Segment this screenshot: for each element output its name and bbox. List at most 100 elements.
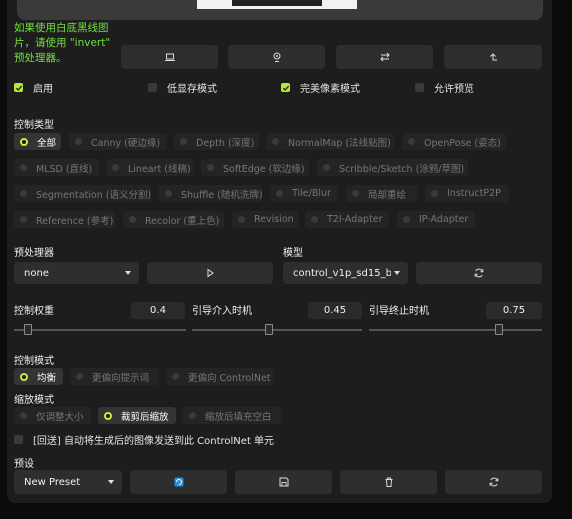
option-label: Shuffle (随机洗牌) [181,189,263,201]
radio-dot [408,138,415,145]
radio-dot [180,138,187,145]
option-label: Recolor (重上色) [145,215,220,227]
resize-mode-title: 缩放模式 [14,395,54,406]
image-preview-line [232,0,322,6]
run-preprocessor-button[interactable] [147,262,273,284]
slider-thumb[interactable] [23,324,32,335]
guidance-start-slider[interactable] [192,329,362,331]
radio-dot [20,216,27,223]
control-type-option[interactable]: Canny (硬边缘) [69,133,167,150]
control-type-option[interactable]: NormalMap (法线贴图) [266,133,394,150]
refresh-presets-button[interactable] [445,470,542,494]
option-label: Scribble/Sketch (涂鸦/草图) [339,163,465,175]
control-mode-option[interactable]: 更偏向 ControlNet [166,368,274,385]
control-type-option[interactable]: Revision [232,211,298,228]
checkbox-box [14,83,23,92]
loopback-checkbox[interactable]: [回送] 自动将生成后的图像发送到此 ControlNet 单元 [14,432,274,447]
control-type-option[interactable]: 全部 [14,133,61,150]
preprocessor-value: none [24,267,49,279]
option-label: SoftEdge (软边缘) [223,163,305,175]
option-label: Depth (深度) [196,137,255,149]
preprocessor-select[interactable]: none [14,262,139,284]
control-type-option[interactable]: IP-Adapter [397,211,475,228]
image-preview[interactable] [17,0,543,20]
radio-dot [431,190,438,197]
control-type-option[interactable]: Lineart (线稿) [106,159,194,176]
control-type-option[interactable]: MLSD (直线) [14,159,99,176]
radio-dot [165,190,172,197]
checkbox-box [148,83,157,92]
resize-mode-option[interactable]: 仅调整大小 [14,407,91,424]
option-label: NormalMap (法线贴图) [288,137,391,149]
control-weight-slider[interactable] [14,329,186,331]
control-type-option[interactable]: T2I-Adapter [305,211,389,228]
control-type-option[interactable]: Scribble/Sketch (涂鸦/草图) [317,159,468,176]
control-mode-option[interactable]: 更偏向提示词 [70,368,159,385]
radio-dot [403,216,410,223]
slider-thumb[interactable] [264,324,273,335]
enable-checkbox[interactable]: 启用 [14,80,53,95]
checkbox-label: [回送] 自动将生成后的图像发送到此 ControlNet 单元 [33,436,275,447]
control-type-option[interactable]: Depth (深度) [174,133,259,150]
webcam-button[interactable] [228,45,325,69]
control-mode-option[interactable]: 均衡 [14,368,63,385]
option-label: 仅调整大小 [36,411,84,423]
option-label: Reference (参考) [36,215,114,227]
new-canvas-button[interactable] [121,45,218,69]
checkbox-label: 完美像素模式 [300,84,360,95]
refresh-models-button[interactable] [416,262,542,284]
save-preset-button[interactable] [235,470,332,494]
control-type-option[interactable]: 局部重绘 [346,185,417,202]
radio-dot [276,190,283,197]
control-type-option[interactable]: Shuffle (随机洗牌) [159,185,263,202]
allow-preview-checkbox[interactable]: 允许预览 [415,80,474,95]
control-type-option[interactable]: InstructP2P [425,185,509,202]
resize-mode-option[interactable]: 缩放后填充空白 [183,407,281,424]
checkbox-label: 启用 [33,84,53,95]
control-type-option[interactable]: SoftEdge (软边缘) [201,159,309,176]
control-type-option[interactable]: Tile/Blur [270,185,338,202]
option-label: 更偏向提示词 [92,372,150,384]
radio-dot [20,412,27,419]
option-label: T2I-Adapter [327,214,383,225]
control-type-option[interactable]: OpenPose (姿态) [402,133,506,150]
preset-select[interactable]: New Preset [14,470,122,494]
option-label: Segmentation (语义分割) [36,189,152,201]
chevron-down-icon [108,480,114,484]
guidance-end-slider[interactable] [369,329,542,331]
control-weight-input[interactable]: 0.4 [131,302,185,319]
mirror-webcam-button[interactable] [336,45,433,69]
checkbox-box [281,83,290,92]
control-mode-title: 控制模式 [14,356,54,367]
model-value: control_v1p_sd15_brig [293,267,391,279]
resize-mode-option[interactable]: 裁剪后缩放 [98,407,176,424]
checkbox-label: 低显存模式 [167,84,217,95]
radio-dot [207,164,214,171]
chevron-down-icon [125,271,131,275]
delete-preset-button[interactable] [340,470,437,494]
check-icon [282,85,289,91]
option-label: IP-Adapter [419,214,469,225]
refresh-icon [474,268,484,278]
invert-hint: 如果使用白底黑线图片，请使用 "invert" 预处理器。 [14,22,111,64]
low-vram-checkbox[interactable]: 低显存模式 [148,80,217,95]
model-title: 模型 [283,248,303,259]
check-icon [15,85,22,91]
option-label: Revision [254,214,294,225]
preset-value: New Preset [24,476,81,488]
pixel-perfect-checkbox[interactable]: 完美像素模式 [281,80,360,95]
control-type-option[interactable]: Recolor (重上色) [123,211,224,228]
radio-dot [104,411,112,420]
slider-thumb[interactable] [494,324,503,335]
control-type-option[interactable]: Segmentation (语义分割) [14,185,151,202]
apply-preset-button[interactable] [130,470,227,494]
webcam-icon [273,52,280,62]
model-select[interactable]: control_v1p_sd15_brig [283,262,408,284]
send-dimensions-button[interactable] [444,45,542,69]
guidance-end-input[interactable]: 0.75 [486,302,542,319]
control-type-option[interactable]: Reference (参考) [14,211,115,228]
option-label: Tile/Blur [292,188,331,199]
preprocessor-title: 预处理器 [14,248,54,259]
guidance-start-input[interactable]: 0.45 [308,302,362,319]
checkbox-label: 允许预览 [434,84,474,95]
